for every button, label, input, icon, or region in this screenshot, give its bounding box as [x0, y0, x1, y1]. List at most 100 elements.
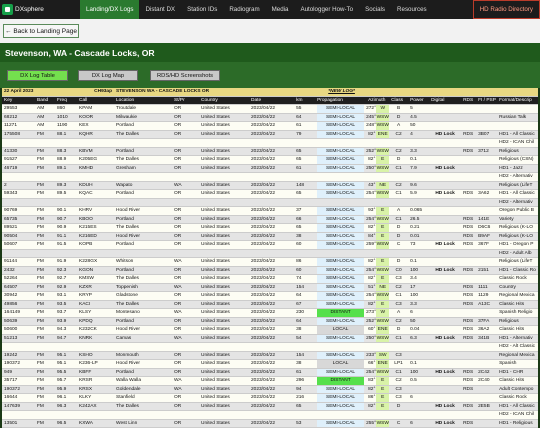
cell: 2023/04/22 — [249, 223, 295, 233]
cell: OR — [172, 155, 200, 165]
cell — [35, 198, 56, 207]
nav-link[interactable]: Socials — [359, 0, 391, 19]
table-row[interactable]: 64507 FM 92.9 KZXR Toppenish WA United States 2… — [2, 283, 539, 292]
cell: 64 — [294, 291, 316, 301]
table-row[interactable]: HD2 - Alternativ — [2, 172, 539, 182]
table-row[interactable]: 30942 FM 93.1 KRYP Gladstone OR United States 2… — [2, 291, 539, 301]
column-header[interactable]: St/Pr — [172, 96, 200, 105]
table-row[interactable]: 164149 FM 93.7 KLSY Montesano WA United States… — [2, 308, 539, 318]
cell: OR — [172, 266, 200, 275]
table-row[interactable]: 52264 FM 92.7 KMSW The Dalles OR United States… — [2, 274, 539, 284]
cell — [114, 249, 173, 258]
table-row[interactable]: 949 FM 95.5 KBFF Portland OR United States 2023… — [2, 368, 539, 377]
cell: K205EG — [77, 155, 115, 165]
column-header[interactable]: Country — [199, 96, 250, 105]
cell — [55, 138, 78, 148]
column-header[interactable]: Class — [389, 96, 409, 105]
table-row[interactable]: 51213 FM 94.7 KNRK Camas WA United States 2023/… — [2, 334, 539, 343]
table-row[interactable]: 19242 FM 95.1 KSHO Monmouth OR United States 20… — [2, 351, 539, 360]
table-row[interactable]: 175508 FM 88.1 KQHR The Dalles OR United State… — [2, 130, 539, 139]
table-row[interactable]: HD2 - ICAN Chil — [2, 410, 539, 420]
table-row[interactable]: HD2 - ICAN Chil — [2, 138, 539, 148]
cell: HD Lock — [429, 368, 462, 377]
column-header[interactable]: RDS — [461, 96, 477, 105]
azimuth-degrees: 82° — [368, 131, 376, 137]
cell — [429, 104, 462, 114]
table-row[interactable]: 190372 FM 95.9 KRSX Goldendale WA United State… — [2, 385, 539, 394]
table-row[interactable]: HD2 - Adult Alb — [2, 249, 539, 258]
cell: 250°WSW — [366, 334, 390, 343]
column-header[interactable]: km — [294, 96, 316, 105]
table-row[interactable]: 2 FM 89.3 KDUH Wapato WA United States 2023/04/… — [2, 181, 539, 190]
azimuth-degrees: 254° — [366, 369, 376, 375]
column-header[interactable]: FI / PSP — [476, 96, 498, 105]
table-row[interactable]: 49856 FM 93.5 KACI The Dalles OR United States… — [2, 300, 539, 309]
propagation-badge: SEMI-LOCAL — [317, 147, 365, 155]
table-row[interactable]: 59343 FM 89.5 KQAC Portland OR United States 20… — [2, 189, 539, 199]
table-row[interactable]: 35717 FM 95.7 KRSR Walla Walla WA United State… — [2, 376, 539, 386]
cell: SEMI-LOCAL — [315, 121, 367, 131]
table-row[interactable]: HD2 - Alt Classic — [2, 342, 539, 352]
table-row[interactable]: 50600 FM 94.3 K232CK Hood River OR United Stat… — [2, 325, 539, 335]
column-header[interactable]: Band — [35, 96, 56, 105]
column-header[interactable]: Key — [2, 96, 35, 105]
cell — [429, 138, 462, 148]
column-header[interactable]: Propagation — [315, 96, 367, 105]
cell: Classic Rock — [497, 393, 539, 403]
column-header[interactable]: Digital — [429, 96, 462, 105]
table-row[interactable]: 41330 FM 88.3 KBVM Portland OR United States 20… — [2, 147, 539, 156]
table-row[interactable]: 65735 FM 90.7 KBOO Portland OR United States 20… — [2, 215, 539, 224]
table-row[interactable]: 50639 FM 93.9 KPDQ Portland OR United States 20… — [2, 317, 539, 326]
cell: 59343 — [2, 189, 35, 199]
table-row[interactable]: 50607 FM 91.5 KOPB Portland OR United States 20… — [2, 240, 539, 250]
table-row[interactable]: 91527 FM 88.9 K205EG The Dalles OR United Stat… — [2, 155, 539, 165]
nav-link[interactable]: Station IDs — [181, 0, 223, 19]
cell: 252°WSW — [366, 317, 390, 326]
rds-hd-screenshots-button[interactable]: RDS/HD Screenshots — [150, 70, 220, 81]
cell: OR — [172, 393, 200, 403]
column-header[interactable]: Date — [249, 96, 295, 105]
table-row[interactable]: 68212 AM 1010 KOOR Milwaukie OR United States 2… — [2, 113, 539, 122]
column-header[interactable]: Azimuth — [366, 96, 390, 105]
table-row[interactable]: 2432 FM 92.3 KGON Portland OR United States 202… — [2, 266, 539, 275]
nav-link[interactable]: Radiogram — [223, 0, 265, 19]
azimuth-direction: E — [376, 207, 390, 215]
nav-link[interactable]: Autologger How-To — [294, 0, 359, 19]
table-row[interactable]: 46719 FM 89.1 KMHD Gresham OR United States 202… — [2, 164, 539, 173]
table-row[interactable]: 91144 FM 91.9 K228GX Whitson WA United States 2… — [2, 257, 539, 267]
cell: RDS — [461, 325, 477, 335]
table-row[interactable]: 90504 FM 91.1 K216ED Hood River OR United Stat… — [2, 232, 539, 241]
column-header[interactable]: Call — [77, 96, 115, 105]
cell: 92.9 — [55, 283, 78, 292]
table-row[interactable]: 190372 FM 95.1 K236-LP Hood River OR United St… — [2, 359, 539, 369]
nav-link[interactable]: HD Radio Directory — [472, 0, 540, 19]
dx-log-table-button[interactable]: DX Log Table — [7, 70, 68, 81]
dx-log-map-button[interactable]: DX Log Map — [78, 70, 138, 81]
cell: DISTANT — [315, 308, 367, 318]
cell: 53 — [294, 419, 316, 428]
table-row[interactable]: 147639 FM 96.3 K242AX The Dalles OR United Sta… — [2, 402, 539, 411]
cell: 0.01 — [408, 232, 430, 241]
cell: Classic Hits — [497, 376, 539, 386]
column-header[interactable]: Location — [114, 96, 173, 105]
table-row[interactable]: 16644 FM 96.1 KLKY Stanfield OR United States 2… — [2, 393, 539, 403]
nav-link[interactable]: Distant DX — [139, 0, 181, 19]
table-row[interactable]: 13501 FM 96.5 KXWA West Linn OR United States 2… — [2, 419, 539, 428]
nav-link[interactable]: Media — [266, 0, 295, 19]
table-row[interactable]: 90769 FM 90.1 KHRV Hood River OR United States… — [2, 206, 539, 216]
cell: C3 — [389, 385, 409, 394]
site-logo[interactable]: DXsphere — [0, 0, 80, 19]
table-row[interactable]: 29553 AM 860 KPAM Troutdale OR United States 20… — [2, 104, 539, 114]
nav-link[interactable]: Resources — [391, 0, 433, 19]
table-row[interactable]: HD2 - Alternativ — [2, 198, 539, 207]
column-header[interactable]: Power — [408, 96, 430, 105]
table-row[interactable]: 11271 AM 1190 KEX Portland OR United States 202… — [2, 121, 539, 131]
table-row[interactable]: 89521 FM 90.9 K215ES The Dalles OR United Stat… — [2, 223, 539, 233]
cell: 2 — [2, 181, 35, 190]
back-to-landing-button[interactable]: ← Back to Landing Page — [3, 24, 79, 38]
column-header[interactable]: Format/Descrip — [497, 96, 539, 105]
column-header[interactable]: Freq — [55, 96, 78, 105]
nav-link[interactable]: Landing/DX Logs — [80, 0, 140, 19]
cell: 95.7 — [55, 376, 78, 386]
cell — [461, 104, 477, 114]
